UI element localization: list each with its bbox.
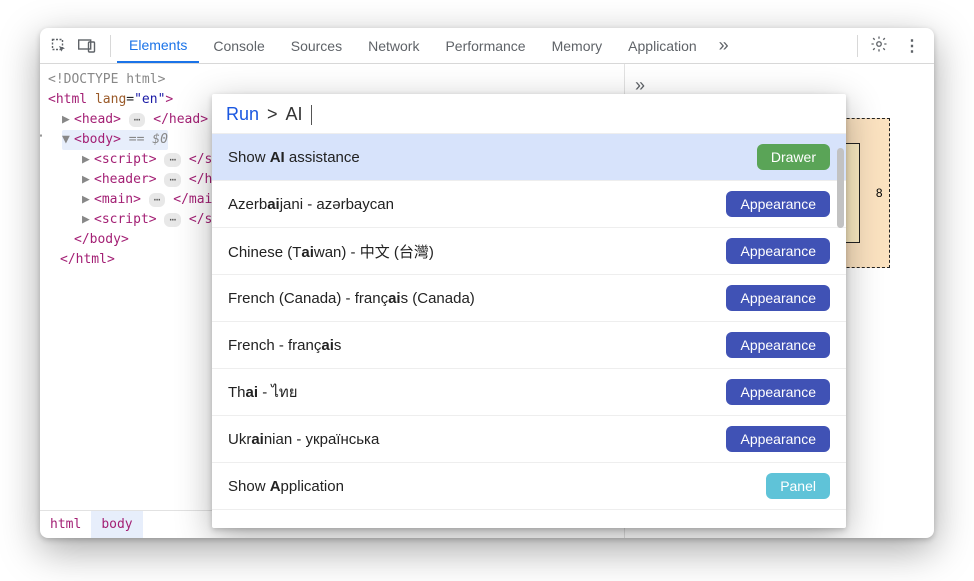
command-list[interactable]: Show AI assistance Drawer Azerbaijani - az… <box>212 134 846 528</box>
command-item[interactable]: Ukrainian - українська Appearance <box>212 416 846 463</box>
doctype: <!DOCTYPE html> <box>48 72 165 87</box>
command-prompt-label: Run <box>226 104 259 125</box>
kebab-icon[interactable]: ⋮ <box>896 36 928 56</box>
devtools-window: Elements Console Sources Network Perform… <box>40 28 934 538</box>
command-item-label: French - français <box>228 337 341 354</box>
tab-memory[interactable]: Memory <box>540 28 615 63</box>
command-item-label: Thai - ไทย <box>228 380 298 404</box>
tab-performance[interactable]: Performance <box>433 28 537 63</box>
command-menu: Run > AI Show AI assistance Drawer Azerbaij… <box>212 94 846 528</box>
command-input-row: Run > AI <box>212 94 846 134</box>
command-item[interactable]: Thai - ไทย Appearance <box>212 369 846 416</box>
divider <box>857 35 858 57</box>
command-item-badge: Panel <box>766 473 830 499</box>
command-item-badge: Appearance <box>726 332 830 358</box>
command-item-badge: Appearance <box>726 426 830 452</box>
crumb-body[interactable]: body <box>91 511 142 539</box>
command-item-badge: Appearance <box>726 379 830 405</box>
command-item[interactable]: Show Application Panel <box>212 463 846 510</box>
crumb-html[interactable]: html <box>40 511 91 539</box>
command-item-label: Show Application <box>228 478 344 495</box>
command-item-badge: Drawer <box>757 144 830 170</box>
command-item-badge: Appearance <box>726 285 830 311</box>
tabs-overflow-icon[interactable]: » <box>711 35 737 56</box>
command-item-label: Ukrainian - українська <box>228 431 379 448</box>
command-prefix: > <box>267 104 278 125</box>
command-item-label: Azerbaijani - azərbaycan <box>228 196 394 213</box>
command-item[interactable]: Show AI assistance Drawer <box>212 134 846 181</box>
tab-bar: Elements Console Sources Network Perform… <box>40 28 934 64</box>
command-item[interactable]: French - français Appearance <box>212 322 846 369</box>
styles-tabs-overflow-icon[interactable]: » <box>635 75 645 96</box>
inspect-icon[interactable] <box>46 33 72 59</box>
command-item-label: Chinese (Taiwan) - 中文 (台灣) <box>228 241 434 262</box>
text-caret <box>311 105 313 125</box>
command-item-label: Show AI assistance <box>228 149 360 166</box>
command-item-label: French (Canada) - français (Canada) <box>228 290 475 307</box>
margin-right-value: 8 <box>876 186 883 200</box>
command-item[interactable]: Azerbaijani - azərbaycan Appearance <box>212 181 846 228</box>
divider <box>110 35 111 57</box>
command-item[interactable]: Chinese (Taiwan) - 中文 (台灣) Appearance <box>212 228 846 275</box>
command-query-text: AI <box>286 104 303 125</box>
command-item-badge: Appearance <box>726 238 830 264</box>
tab-application[interactable]: Application <box>616 28 709 63</box>
gear-icon[interactable] <box>864 35 894 56</box>
command-item-badge: Appearance <box>726 191 830 217</box>
tab-sources[interactable]: Sources <box>279 28 354 63</box>
tab-console[interactable]: Console <box>201 28 276 63</box>
command-item[interactable]: French (Canada) - français (Canada) Appea… <box>212 275 846 322</box>
scrollbar-thumb[interactable] <box>837 148 844 228</box>
tab-network[interactable]: Network <box>356 28 431 63</box>
gutter-actions-icon[interactable]: ⋯ <box>40 126 42 146</box>
device-toolbar-icon[interactable] <box>74 33 100 59</box>
tab-elements[interactable]: Elements <box>117 28 199 63</box>
